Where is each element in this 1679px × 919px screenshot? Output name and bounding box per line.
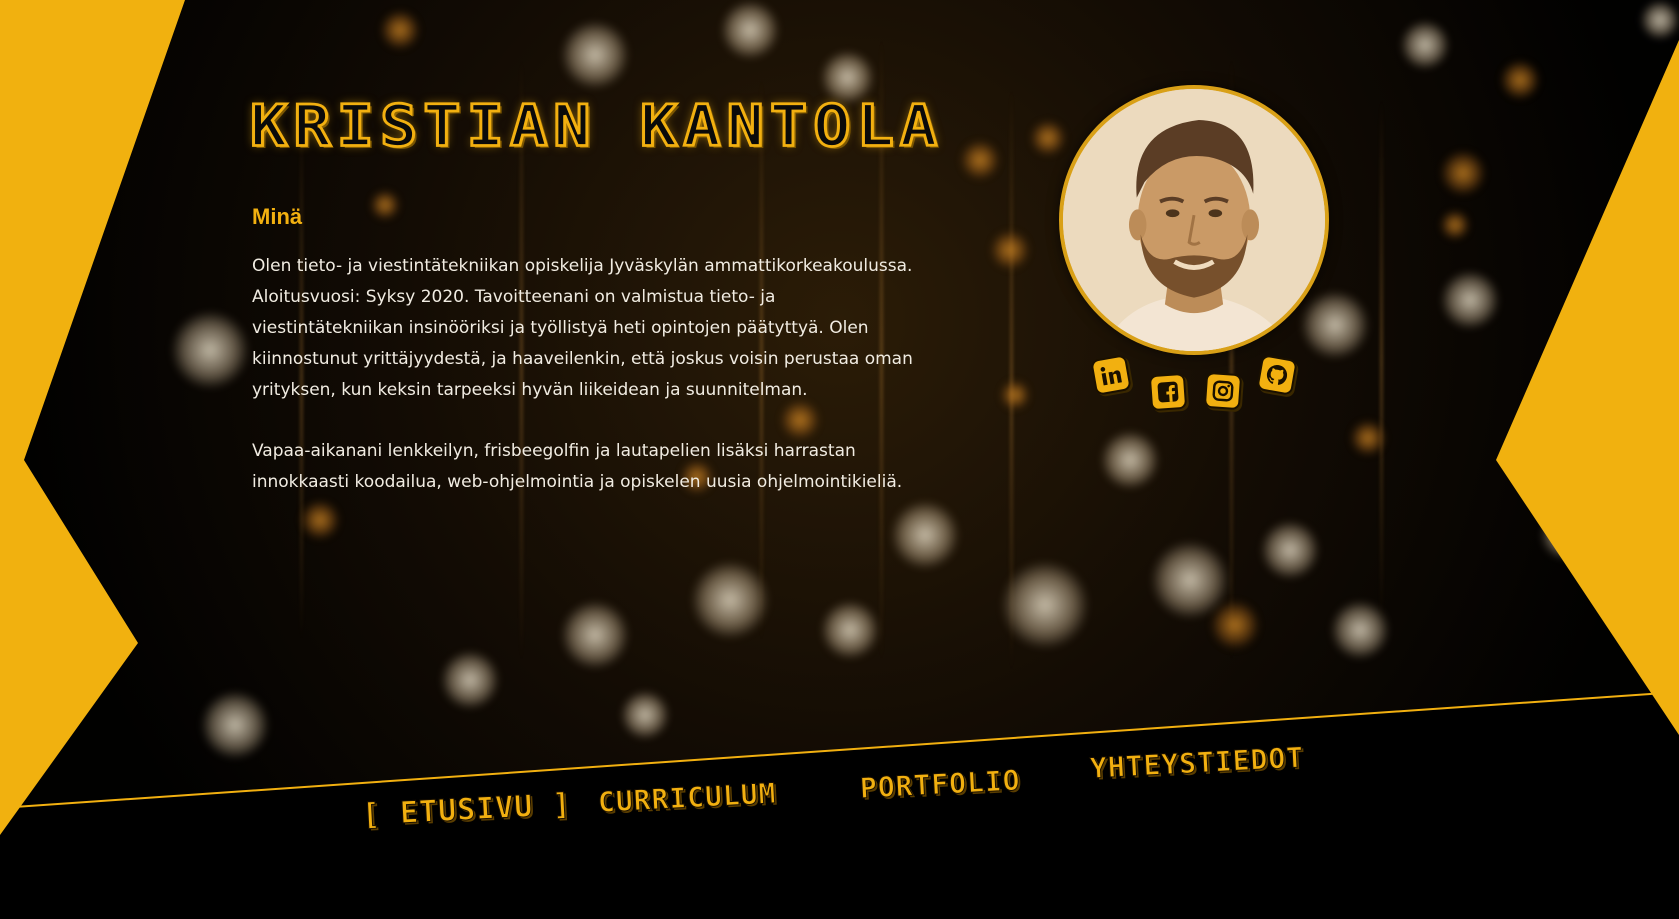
facebook-icon [1148,372,1188,412]
facebook-link[interactable] [1148,372,1188,412]
profile-photo [1063,89,1325,351]
instagram-icon [1203,371,1243,411]
linkedin-icon [1090,354,1132,396]
about-heading: Minä [252,204,303,229]
about-paragraph-1: Olen tieto- ja viestintätekniikan opiske… [252,256,913,400]
instagram-link[interactable] [1203,371,1243,411]
about-paragraph-2: Vapaa-aikanani lenkkeilyn, frisbeegolfin… [252,441,903,492]
github-icon [1256,354,1298,396]
linkedin-link[interactable] [1090,354,1132,396]
page-title: KRISTIAN KANTOLA [248,91,944,161]
github-link[interactable] [1256,354,1298,396]
avatar [1059,85,1329,355]
page: KRISTIAN KANTOLA Minä Olen tieto- ja vie… [0,0,1679,919]
